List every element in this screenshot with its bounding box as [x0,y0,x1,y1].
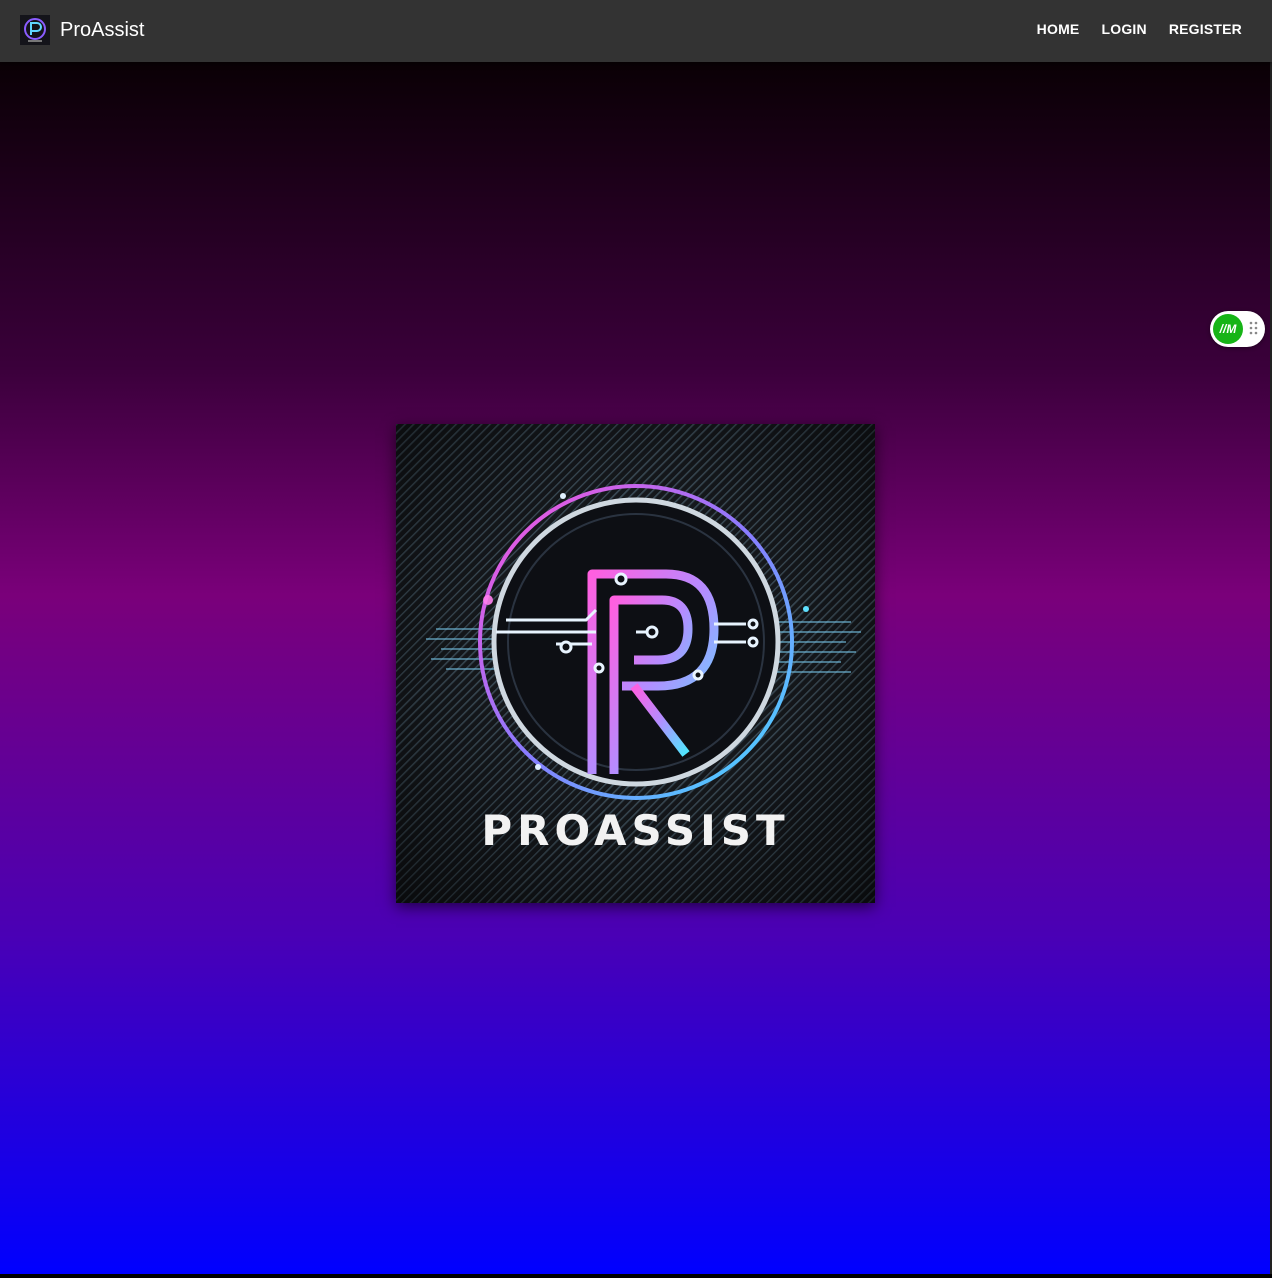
nav-login-link[interactable]: LOGIN [1101,21,1146,37]
nav-home-link[interactable]: HOME [1037,21,1080,37]
proassist-logo-icon [20,15,50,45]
nav-register-link[interactable]: REGISTER [1169,21,1242,37]
hero-logo-text: PROASSIST [481,806,790,855]
drag-handle-icon[interactable] [1248,320,1260,338]
hero-section: PROASSIST [0,62,1272,1274]
widget-badge[interactable]: //M [1213,314,1243,344]
top-navbar: ProAssist HOME LOGIN REGISTER [0,0,1272,62]
hero-logo-image: PROASSIST [396,424,875,903]
floating-widget[interactable]: //M [1210,311,1265,347]
brand[interactable]: ProAssist [20,15,144,45]
nav-links: HOME LOGIN REGISTER [1015,21,1242,37]
brand-name: ProAssist [60,18,145,41]
